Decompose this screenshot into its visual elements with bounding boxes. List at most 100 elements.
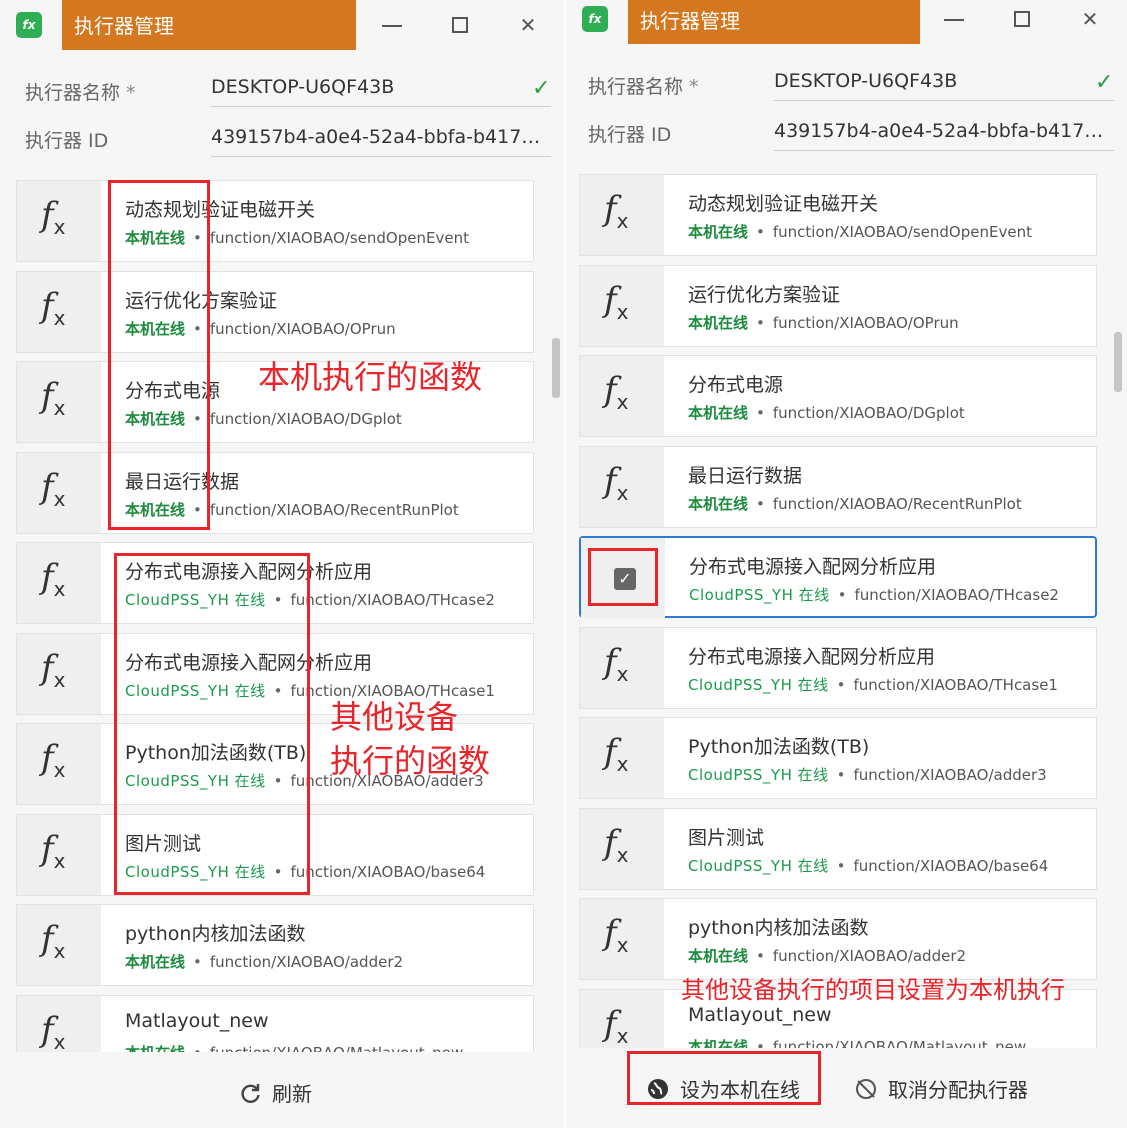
fx-icon: fx	[41, 466, 66, 511]
function-path: function/XIAOBAO/THcase2	[854, 586, 1059, 604]
maximize-button[interactable]	[440, 6, 480, 44]
function-path: function/XIAOBAO/DGplot	[772, 404, 965, 422]
fx-icon: fx	[604, 913, 629, 957]
function-meta: 本机在线 • function/XIAOBAO/sendOpenEvent	[688, 221, 1096, 242]
function-meta: 本机在线 • function/XIAOBAO/RecentRunPlot	[688, 493, 1096, 514]
annotation-box-set-local	[627, 1051, 821, 1105]
separator-dot: •	[836, 675, 846, 694]
status-badge: 本机在线	[688, 313, 749, 332]
function-icon-box: fx	[17, 633, 101, 714]
executor-id-field[interactable]: 439157b4-a0e4-52a4-bbfa-b417…	[774, 120, 1114, 151]
function-item[interactable]: fx 运行优化方案验证 本机在线 • function/XIAOBAO/OPrun	[16, 270, 534, 353]
close-button[interactable]: ✕	[1070, 0, 1110, 38]
function-name: 分布式电源接入配网分析应用	[688, 645, 936, 668]
fx-icon: fx	[604, 732, 629, 776]
function-path: function/XIAOBAO/THcase1	[853, 675, 1058, 694]
annotation-box-remote	[114, 553, 310, 895]
function-icon-box: fx	[580, 627, 664, 708]
function-icon-box: fx	[17, 452, 101, 533]
separator-dot: •	[836, 856, 846, 875]
function-path: function/XIAOBAO/RecentRunPlot	[772, 494, 1022, 513]
fx-icon: fx	[604, 822, 629, 867]
function-path: function/XIAOBAO/OPrun	[772, 313, 959, 332]
executor-name-field[interactable]: DESKTOP-U6QF43B	[774, 70, 1114, 101]
fx-icon: fx	[604, 641, 629, 686]
check-icon: ✓	[1095, 70, 1114, 95]
fx-icon: fx	[41, 376, 66, 420]
function-item[interactable]: fx 分布式电源本机在线 • function/XIAOBAO/DGplot	[579, 355, 1097, 437]
separator-dot: •	[756, 313, 765, 332]
function-meta: 本机在线 • function/XIAOBAO/DGplot	[688, 402, 1096, 423]
function-path: function/XIAOBAO/sendOpenEvent	[209, 229, 469, 247]
function-item[interactable]: fx 最日运行数据 本机在线 • function/XIAOBAO/RecentRunP…	[16, 451, 534, 534]
close-button[interactable]: ✕	[508, 6, 548, 44]
fx-icon: fx	[41, 828, 66, 873]
fx-icon: fx	[41, 738, 66, 782]
executor-window-right: fx 执行器管理 ✕ 执行器名称 * DESKTOP-U6QF43B ✓ 执行器 …	[566, 0, 1127, 1128]
fx-icon: fx	[604, 460, 629, 505]
function-icon-box: fx	[580, 265, 664, 346]
separator-dot: •	[756, 494, 765, 513]
function-item[interactable]: fx 分布式电源接入配网分析应用 CloudPSS_YH 在线 • function/X…	[579, 626, 1097, 709]
function-meta: CloudPSS_YH 在线 • function/XIAOBAO/base64	[688, 855, 1096, 876]
separator-dot: •	[756, 223, 765, 241]
function-meta: 本机在线 • function/XIAOBAO/OPrun	[688, 312, 1096, 333]
function-item[interactable]: fx 动态规划验证电磁开关 本机在线 • function/XIAOBAO/sendOp…	[579, 174, 1097, 256]
maximize-button[interactable]	[1002, 0, 1042, 38]
minimize-button[interactable]	[372, 6, 412, 44]
executor-window-left: fx 执行器管理 ✕ 执行器名称 * DESKTOP-U6QF43B ✓ 执行器 …	[0, 0, 564, 1128]
function-icon-box: fx	[580, 718, 664, 798]
function-item[interactable]: fx 动态规划验证电磁开关 本机在线 • function/XIAOBAO/sendOp…	[16, 180, 534, 262]
unassign-icon	[856, 1079, 876, 1099]
unassign-button[interactable]: 取消分配执行器	[854, 1074, 1028, 1103]
function-item[interactable]: fx python内核加法函数 本机在线 • function/XIAOBAO/adde…	[579, 898, 1097, 980]
fx-icon: fx	[41, 647, 66, 692]
refresh-button[interactable]: 刷新	[238, 1078, 312, 1107]
minimize-button[interactable]	[934, 0, 974, 38]
app-logo-icon: fx	[582, 6, 608, 32]
function-name: 最日运行数据	[688, 464, 803, 487]
window-title: 执行器管理	[628, 0, 920, 44]
function-path: function/XIAOBAO/adder2	[772, 947, 967, 965]
function-name: 动态规划验证电磁开关	[688, 193, 879, 215]
function-path: function/XIAOBAO/sendOpenEvent	[772, 223, 1032, 241]
title-bar: fx 执行器管理 ✕	[566, 0, 1127, 50]
executor-name-field[interactable]: DESKTOP-U6QF43B	[211, 76, 551, 107]
maximize-icon	[1014, 11, 1030, 27]
executor-name-label: 执行器名称 *	[25, 82, 136, 104]
function-item[interactable]: fx 最日运行数据 本机在线 • function/XIAOBAO/RecentRunP…	[579, 445, 1097, 528]
function-icon-box: fx	[580, 356, 664, 436]
function-path: function/XIAOBAO/base64	[290, 862, 486, 881]
title-bar: fx 执行器管理 ✕	[0, 0, 564, 50]
footer: 刷新	[0, 1052, 564, 1128]
function-icon-box: fx	[17, 362, 101, 442]
function-name: python内核加法函数	[688, 917, 869, 939]
annotation-other-functions: 执行的函数	[330, 742, 491, 780]
function-name: Matlayout_new	[688, 1003, 832, 1026]
fx-icon: fx	[604, 279, 629, 324]
fx-icon: fx	[604, 1003, 629, 1048]
scrollbar-thumb[interactable]	[552, 338, 560, 398]
annotation-box-checkbox	[588, 548, 658, 606]
function-meta: CloudPSS_YH 在线 • function/XIAOBAO/THcase2	[689, 584, 1097, 605]
function-name: 运行优化方案验证	[688, 283, 841, 306]
unassign-label: 取消分配执行器	[888, 1078, 1028, 1102]
function-icon-box: fx	[580, 446, 664, 527]
annotation-local-functions: 本机执行的函数	[258, 358, 483, 396]
function-name: Matlayout_new	[125, 1009, 269, 1032]
function-name: 分布式电源	[688, 374, 784, 396]
minimize-icon	[382, 25, 402, 27]
function-item[interactable]: fx 图片测试 CloudPSS_YH 在线 • function/XIAOBAO/ba…	[579, 807, 1097, 890]
function-icon-box: fx	[580, 808, 664, 889]
function-icon-box: fx	[17, 905, 101, 985]
status-badge: 本机在线	[688, 223, 749, 241]
function-item[interactable]: fx Python加法函数(TB) CloudPSS_YH 在线 • function/…	[579, 717, 1097, 799]
fx-icon: fx	[41, 1009, 66, 1054]
fx-icon: fx	[604, 370, 629, 414]
executor-id-field[interactable]: 439157b4-a0e4-52a4-bbfa-b417…	[211, 126, 551, 157]
function-meta: CloudPSS_YH 在线 • function/XIAOBAO/THcase1	[688, 674, 1096, 695]
function-item[interactable]: fx 运行优化方案验证本机在线 • function/XIAOBAO/OPrun	[579, 264, 1097, 347]
status-badge: 本机在线	[688, 404, 749, 422]
scrollbar-thumb[interactable]	[1114, 332, 1122, 392]
function-item[interactable]: fx python内核加法函数 本机在线 • function/XIAOBAO/adde…	[16, 904, 534, 986]
